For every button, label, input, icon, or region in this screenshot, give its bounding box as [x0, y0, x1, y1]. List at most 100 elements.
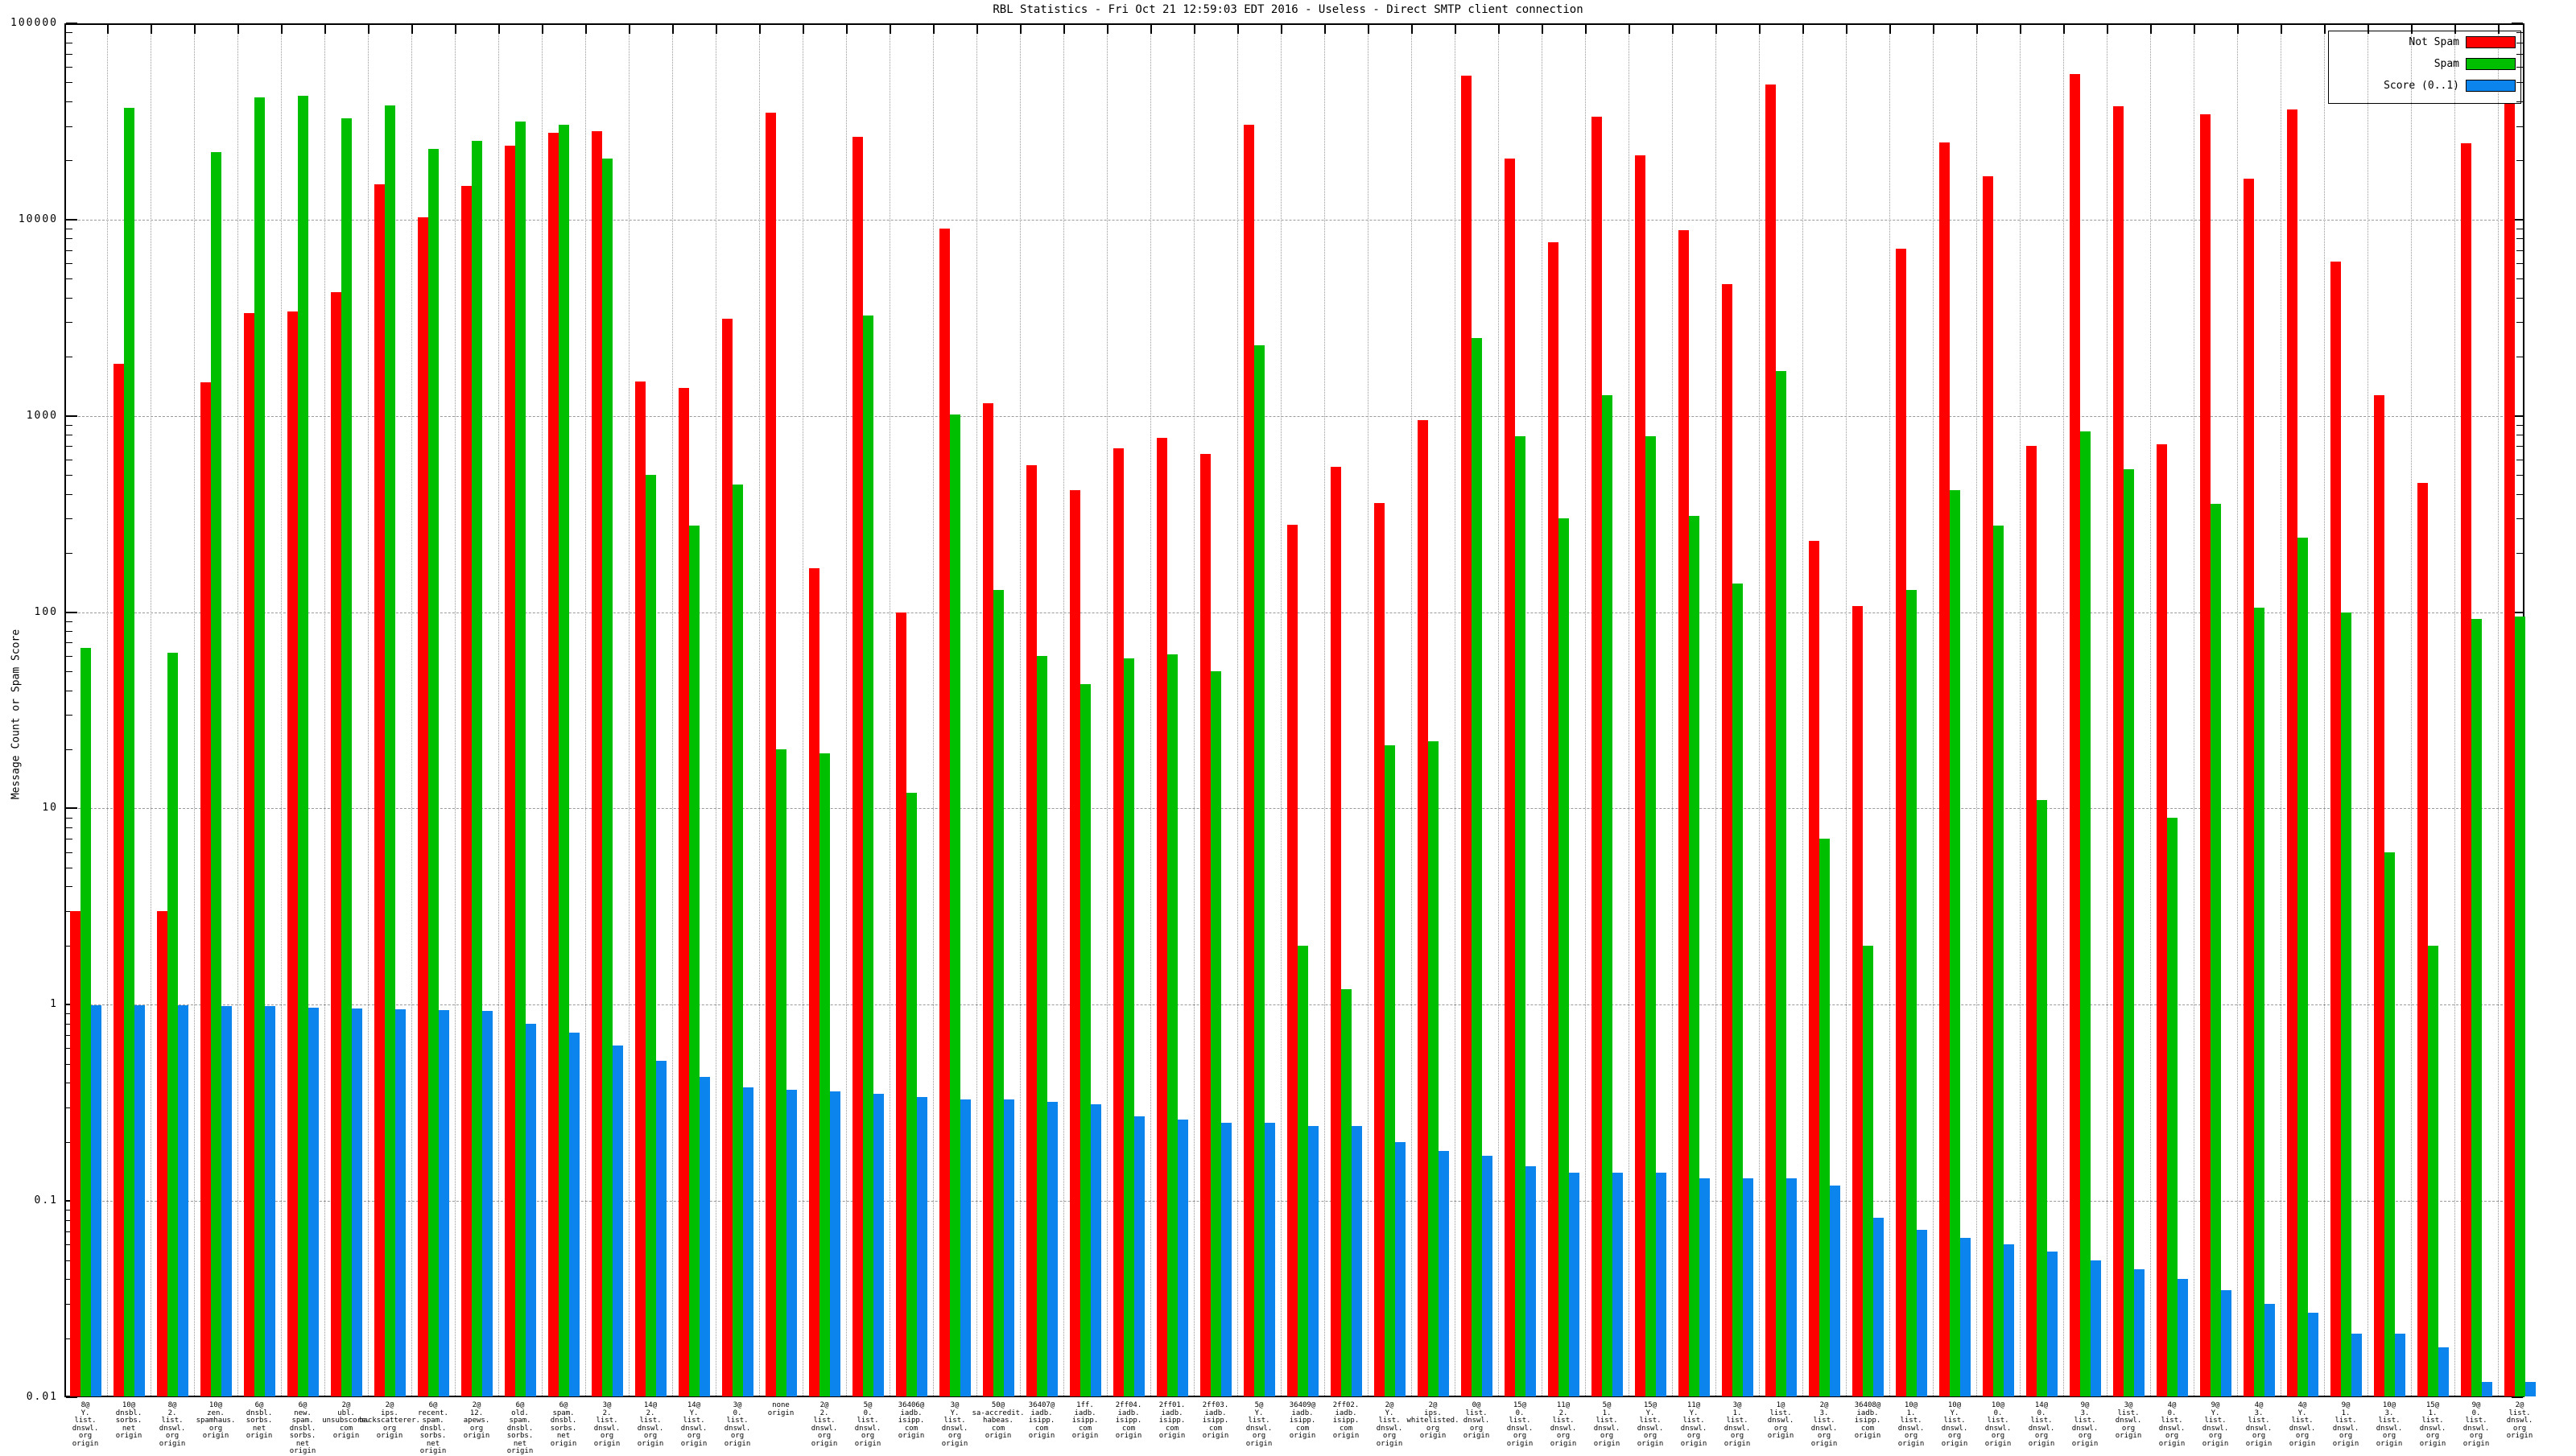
legend-swatch: [2466, 58, 2516, 70]
bar-not-spam: [2244, 179, 2254, 1396]
y-minor-tick-left: [66, 494, 72, 495]
v-gridline: [1846, 25, 1847, 1396]
bar-score-0-1: [1525, 1166, 1536, 1396]
v-gridline: [759, 25, 760, 1396]
bar-score-0-1: [265, 1006, 275, 1396]
legend-row: Not Spam: [2329, 35, 2520, 49]
y-major-tick-left: [66, 612, 77, 613]
bar-score-0-1: [786, 1090, 797, 1396]
legend-row: Score (0..1): [2329, 79, 2520, 93]
top-tick: [933, 23, 935, 34]
y-major-tick-left: [66, 1396, 77, 1398]
y-minor-tick-left: [66, 886, 72, 887]
bar-spam: [124, 108, 134, 1396]
bar-score-0-1: [2178, 1279, 2188, 1396]
v-gridline: [1107, 25, 1108, 1396]
bar-spam: [776, 749, 786, 1396]
bar-spam: [2167, 818, 2178, 1396]
bar-score-0-1: [1917, 1230, 1927, 1396]
bar-not-spam: [809, 568, 819, 1396]
bar-score-0-1: [700, 1077, 710, 1396]
top-tick: [2237, 23, 2239, 34]
bar-spam: [2341, 613, 2351, 1396]
bar-score-0-1: [656, 1061, 667, 1396]
bar-spam: [1906, 590, 1917, 1396]
bar-spam: [1254, 345, 1265, 1396]
bar-score-0-1: [1178, 1120, 1188, 1396]
top-tick: [324, 23, 326, 34]
y-minor-tick-left: [66, 827, 72, 828]
bar-not-spam: [2157, 444, 2167, 1396]
bar-spam: [1341, 989, 1352, 1396]
legend-label: Spam: [2434, 58, 2459, 70]
y-minor-tick-left: [66, 656, 72, 657]
bar-score-0-1: [960, 1099, 971, 1396]
y-minor-tick-left: [66, 671, 72, 672]
y-minor-tick-left: [66, 631, 72, 632]
bar-not-spam: [852, 137, 863, 1396]
top-tick: [1715, 23, 1717, 34]
y-tick-label: 1: [0, 998, 58, 1010]
v-gridline: [2498, 25, 2499, 1396]
bar-not-spam: [1939, 142, 1950, 1396]
bar-score-0-1: [395, 1009, 406, 1396]
top-tick: [107, 23, 109, 34]
bar-not-spam: [1896, 249, 1906, 1396]
top-tick: [2281, 23, 2282, 34]
bar-score-0-1: [91, 1005, 101, 1396]
bar-not-spam: [2070, 74, 2080, 1396]
bar-score-0-1: [2134, 1269, 2145, 1396]
bar-spam: [385, 105, 395, 1396]
v-gridline: [2237, 25, 2238, 1396]
bar-not-spam: [1505, 159, 1515, 1396]
top-tick: [629, 23, 630, 34]
top-tick: [368, 23, 369, 34]
bar-spam: [1645, 436, 1656, 1396]
bar-spam: [1993, 526, 2004, 1396]
bar-score-0-1: [2004, 1244, 2014, 1396]
v-gridline: [1281, 25, 1282, 1396]
bar-not-spam: [1418, 420, 1428, 1396]
v-gridline: [1498, 25, 1499, 1396]
top-tick: [1281, 23, 1282, 34]
v-gridline: [672, 25, 673, 1396]
bar-not-spam: [1070, 490, 1080, 1396]
bar-not-spam: [1374, 503, 1385, 1396]
bar-score-0-1: [1656, 1173, 1666, 1396]
y-minor-tick-left: [66, 82, 72, 83]
y-minor-tick-right: [2516, 126, 2523, 127]
y-minor-tick-left: [66, 278, 72, 279]
bar-score-0-1: [1873, 1218, 1884, 1396]
bar-score-0-1: [1699, 1178, 1710, 1396]
bar-spam: [2384, 852, 2395, 1396]
top-tick: [2150, 23, 2152, 34]
v-gridline: [498, 25, 499, 1396]
v-gridline: [2324, 25, 2325, 1396]
bar-spam: [1037, 656, 1047, 1396]
top-tick: [1976, 23, 1978, 34]
y-minor-tick-left: [66, 32, 72, 33]
bar-not-spam: [2113, 106, 2124, 1396]
top-tick: [1324, 23, 1326, 34]
y-minor-tick-left: [66, 238, 72, 239]
y-minor-tick-right: [2516, 298, 2523, 299]
bar-not-spam: [2200, 114, 2211, 1396]
top-tick: [716, 23, 717, 34]
v-gridline: [368, 25, 369, 1396]
bar-not-spam: [461, 186, 472, 1396]
top-tick: [1542, 23, 1543, 34]
bar-spam: [559, 125, 569, 1396]
top-tick: [759, 23, 761, 34]
legend-swatch: [2466, 36, 2516, 48]
y-major-tick-right: [2512, 1396, 2523, 1398]
x-category-label: 2@ list. dnswl. org origin: [2487, 1402, 2552, 1441]
bar-spam: [472, 141, 482, 1396]
v-gridline: [2063, 25, 2064, 1396]
v-gridline: [1802, 25, 1803, 1396]
top-tick: [2324, 23, 2326, 34]
bar-score-0-1: [1395, 1142, 1406, 1396]
bar-spam: [2515, 617, 2525, 1396]
bar-spam: [2471, 619, 2482, 1396]
bar-not-spam: [1157, 438, 1167, 1396]
top-tick: [1237, 23, 1239, 34]
